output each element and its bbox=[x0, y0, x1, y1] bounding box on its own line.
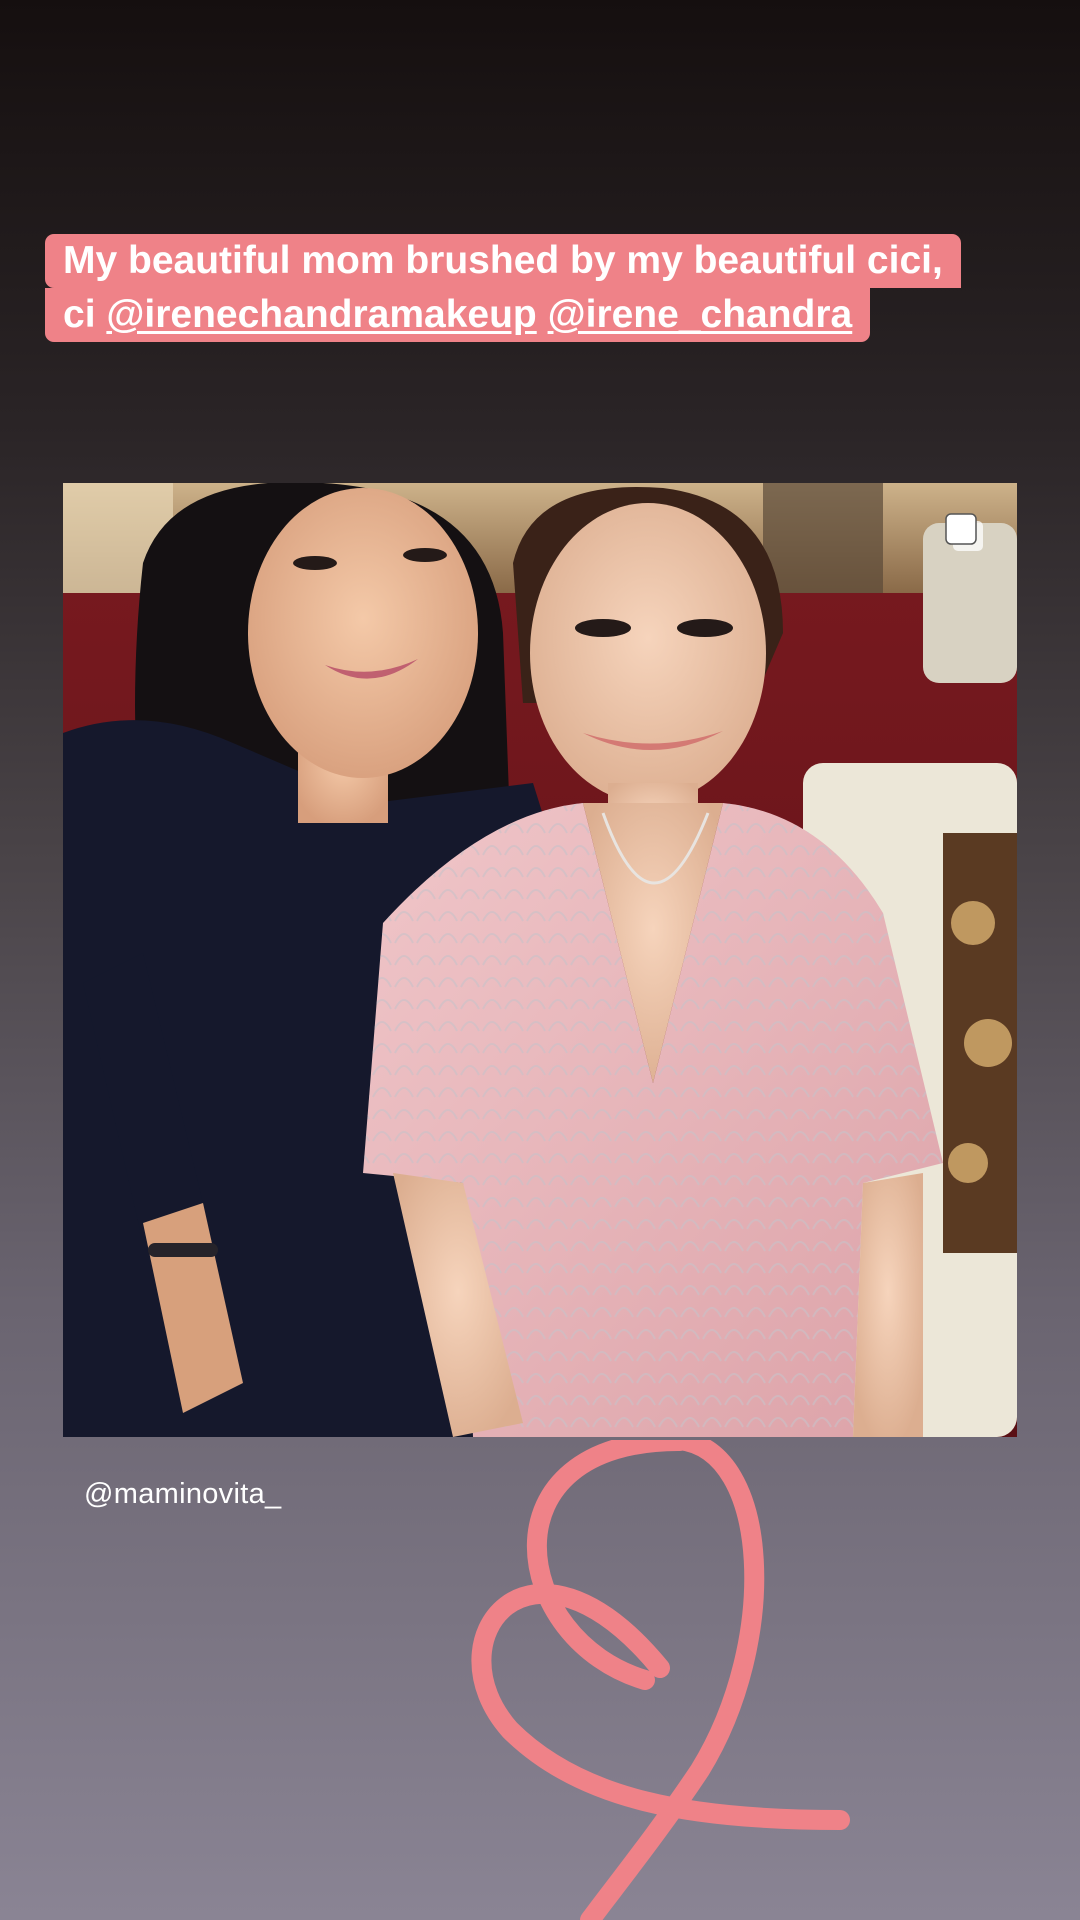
mention-irene-chandra[interactable]: @irene_chandra bbox=[548, 293, 853, 336]
caption-line-2: ci @irenechandramakeup @irene_chandra bbox=[45, 288, 871, 342]
photo-illustration bbox=[63, 483, 1017, 1437]
shared-post-photo[interactable] bbox=[63, 483, 1017, 1437]
post-author-credit[interactable]: @maminovita_ bbox=[84, 1478, 281, 1511]
multiple-photos-icon bbox=[945, 513, 983, 551]
heart-icon bbox=[471, 1440, 850, 1920]
caption-line-2-prefix: ci bbox=[63, 293, 107, 336]
caption-line-1: My beautiful mom brushed by my beautiful… bbox=[45, 234, 961, 288]
mention-irenechandramakeup[interactable]: @irenechandramakeup bbox=[106, 293, 536, 336]
story-caption: My beautiful mom brushed by my beautiful… bbox=[45, 234, 1035, 342]
